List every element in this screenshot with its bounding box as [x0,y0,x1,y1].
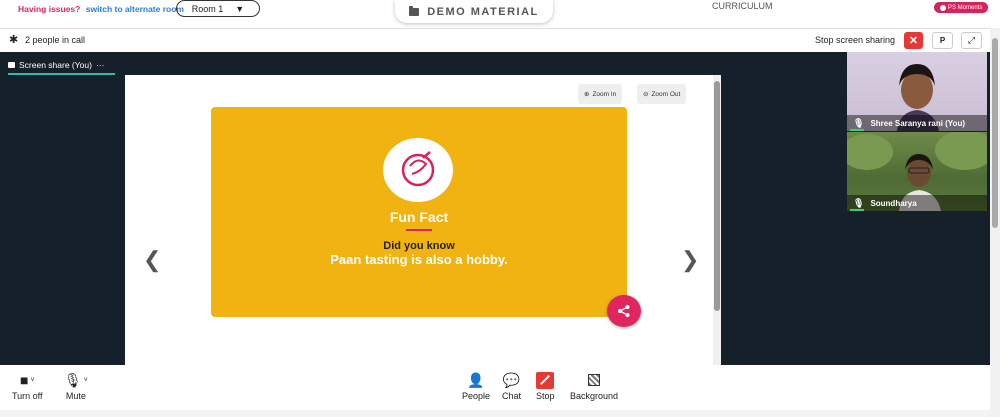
participant-tile-other[interactable]: 🎙 Soundharya [847,132,987,211]
curriculum-tab[interactable]: CURRICULUM [712,1,773,11]
slide-fact: Paan tasting is also a hobby. [330,252,508,267]
call-stage: Screen share (You) ··· ⊕ Zoom In ⊖ Zoom … [0,52,990,365]
title-underline [406,229,432,231]
participant-name: Soundharya [870,198,917,208]
fullscreen-button[interactable]: ⤢ [961,32,982,49]
camera-dot-icon [940,4,946,11]
call-header: ✱ 2 people in call Stop screen sharing ✕… [0,28,990,52]
background-button[interactable]: Background [570,369,618,401]
share-button[interactable] [607,295,641,327]
camera-toggle-button[interactable]: ■ ˅ Turn off [12,369,43,401]
bottom-strip [0,410,990,417]
room-select-value: Room 1 [191,3,224,14]
participant-tile-self[interactable]: 🎙 Shree Saranya rani (You) [847,52,987,131]
stop-sharing-button[interactable]: ✕ [904,32,923,49]
screen-share-label: Screen share (You) [19,60,92,70]
moments-badge[interactable]: PS Moments [934,2,989,13]
chevron-down-icon[interactable]: ˅ [30,377,34,384]
zoom-in-button[interactable]: ⊕ Zoom In [578,84,623,104]
content-scrollbar[interactable] [713,75,721,365]
fun-fact-logo [383,138,453,202]
video-camera-icon: ■ [19,372,29,388]
issues-banner: Having issues? switch to alternate room [18,4,184,14]
people-count: 2 people in call [25,35,86,45]
participant-name: Shree Saranya rani (You) [870,118,965,128]
stop-sharing-label: Stop screen sharing [815,35,896,45]
call-controls: ■ ˅ Turn off 🎙 ˅ Mute 👤 People 💬 Chat Stop… [0,365,990,410]
active-tab-indicator [8,73,115,75]
mic-icon: 🎙 [853,117,865,128]
participant-name-bar: 🎙 Shree Saranya rani (You) [847,115,987,131]
mic-icon: 🎙 [853,197,865,208]
stop-share-icon [536,371,555,389]
alternate-room-link[interactable]: switch to alternate room [86,4,184,14]
person-icon: 👤 [467,371,485,388]
pin-button[interactable]: P [932,32,953,49]
zoom-out-icon: ⊖ [643,91,649,98]
bowl-icon [401,151,435,187]
stop-label: Stop [536,391,555,401]
content-scroll-thumb[interactable] [714,81,720,311]
chevron-down-icon[interactable]: ˅ [84,377,88,384]
gear-icon[interactable]: ✱ [9,35,18,46]
zoom-in-icon: ⊕ [584,91,590,98]
slide-subtitle: Did you know [383,240,455,252]
microphone-icon: 🎙 [64,371,82,388]
people-button[interactable]: 👤 People [462,369,491,402]
slide-card: Fun Fact Did you know Paan tasting is al… [211,107,627,317]
screen-icon [8,62,15,68]
zoom-out-label: Zoom Out [651,90,681,98]
demo-material-tab[interactable]: DEMO MATERIAL [395,0,553,23]
chat-bubble-icon: 💬 [502,371,521,388]
participant-name-bar: 🎙 Soundharya [847,195,987,211]
stop-share-button[interactable]: Stop [536,369,555,401]
demo-material-label: DEMO MATERIAL [427,5,539,18]
screen-share-tab[interactable]: Screen share (You) ··· [8,58,104,72]
share-icon [618,305,630,317]
chat-label: Chat [502,391,522,401]
chevron-down-icon: ▼ [235,3,245,14]
zoom-in-label: Zoom In [592,90,617,98]
room-select[interactable]: Room 1 ▼ [176,0,260,17]
slide-title: Fun Fact [389,209,449,225]
expand-icon: ⤢ [967,35,976,45]
page-scroll-thumb[interactable] [992,38,998,228]
issues-text: Having issues? [18,4,81,14]
audio-level-indicator [850,209,864,211]
shared-content: ⊕ Zoom In ⊖ Zoom Out ❮ ❯ Fun Fact Did yo… [125,75,721,365]
chat-button[interactable]: 💬 Chat [502,369,522,402]
previous-slide-arrow[interactable]: ❮ [143,247,161,273]
folder-icon [409,5,420,16]
background-icon [588,374,601,386]
mute-label: Mute [65,391,86,401]
more-icon[interactable]: ··· [96,60,105,70]
people-label: People [462,391,491,401]
top-bar: Having issues? switch to alternate room … [0,0,1000,27]
next-slide-arrow[interactable]: ❯ [681,247,699,273]
page-scrollbar[interactable] [990,28,1000,417]
mute-button[interactable]: 🎙 ˅ Mute [64,369,88,402]
background-label: Background [570,391,619,401]
audio-level-indicator [850,129,864,131]
zoom-out-button[interactable]: ⊖ Zoom Out [637,84,687,104]
camera-label: Turn off [12,391,43,401]
moments-label: PS Moments [948,4,983,11]
